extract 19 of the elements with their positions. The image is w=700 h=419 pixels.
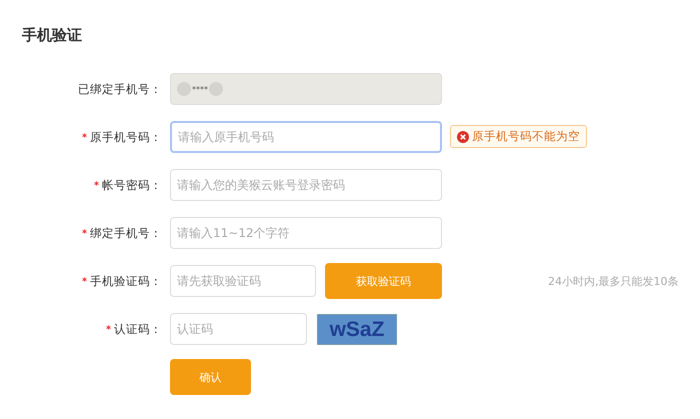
masked-phone: **** <box>192 84 208 94</box>
field-label: 认证码： <box>114 322 162 336</box>
field-label: 绑定手机号： <box>90 226 162 240</box>
input-field[interactable]: 请输入您的美猴云账号登录密码 <box>170 169 442 201</box>
field-label: 原手机号码： <box>90 130 162 144</box>
field-label: 已绑定手机号： <box>78 82 162 96</box>
send-limit-note: 24小时内,最多只能发10条 <box>548 274 678 288</box>
error-message: 原手机号码不能为空 <box>472 129 580 144</box>
input-field[interactable]: 请输入原手机号码 <box>170 121 442 153</box>
confirm-button[interactable]: 确认 <box>170 359 251 395</box>
error-icon <box>457 130 469 142</box>
captcha-image[interactable]: wSaZ <box>317 314 397 344</box>
page-title: 手机验证 <box>22 26 83 46</box>
get-code-button[interactable]: 获取验证码 <box>325 263 442 299</box>
field-label: 帐号密码： <box>102 178 162 192</box>
input-field[interactable]: 请输入11~12个字符 <box>170 217 442 249</box>
input-field[interactable]: 认证码 <box>170 313 307 345</box>
field-label: 手机验证码： <box>90 274 162 288</box>
input-field[interactable]: 请先获取验证码 <box>170 265 316 297</box>
